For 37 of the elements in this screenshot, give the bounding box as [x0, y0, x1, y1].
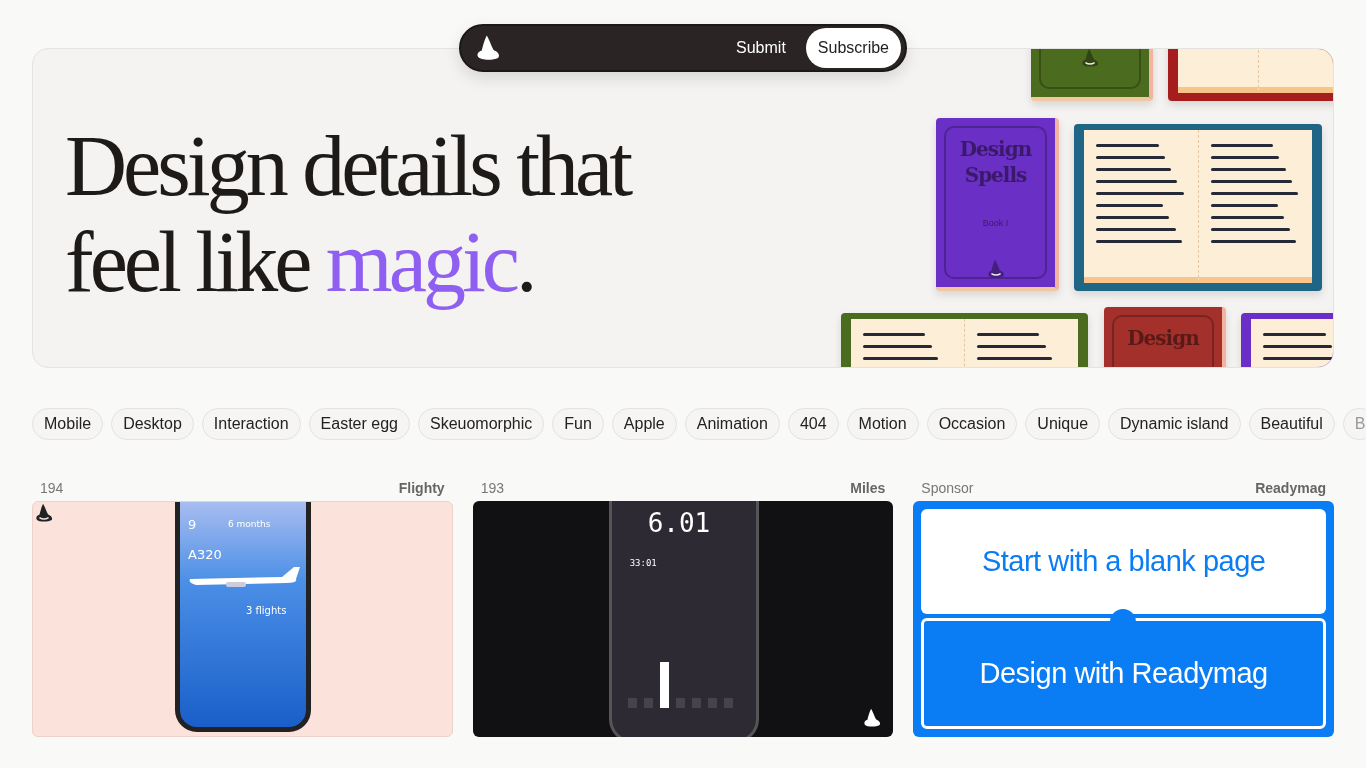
screen-text: 9 — [188, 517, 197, 532]
hat-icon — [33, 502, 55, 524]
hero-headline: Design details that feel like magic. — [65, 117, 630, 310]
screen-text: A320 — [188, 547, 222, 562]
card-label: 193 — [480, 480, 504, 496]
screen-text: 6 months — [228, 519, 271, 529]
tag-chip[interactable]: Fun — [552, 408, 604, 440]
tag-chip[interactable]: Skeuomorphic — [417, 408, 545, 440]
tag-chip[interactable]: Mobile — [32, 408, 104, 440]
tag-chip[interactable]: Dynamic island — [1108, 408, 1241, 440]
tag-chip[interactable]: Apple — [611, 408, 677, 440]
tag-chip[interactable]: Beautiful — [1248, 408, 1335, 440]
tag-chip[interactable]: Occasion — [926, 408, 1018, 440]
submit-button[interactable]: Submit — [724, 28, 798, 68]
card-source[interactable]: Readymag — [1255, 480, 1326, 496]
tag-chip[interactable]: Animation — [684, 408, 780, 440]
card-label: 194 — [40, 480, 64, 496]
subscribe-button[interactable]: Subscribe — [805, 28, 901, 68]
book-title: Design — [1126, 325, 1201, 351]
tag-chip[interactable]: Unique — [1025, 408, 1101, 440]
tag-chip[interactable]: Motion — [846, 408, 919, 440]
book-title: Design Spells — [958, 136, 1033, 188]
app-preview-card[interactable]: 9 6 months A320 3 flights — [32, 501, 453, 737]
tag-chip[interactable]: Easter egg — [308, 408, 410, 440]
tag-chip[interactable]: 404 — [787, 408, 839, 440]
screen-text: 3 flights — [246, 605, 287, 616]
card-label: Sponsor — [921, 480, 974, 496]
app-preview-card[interactable]: 6.01 33:01 — [472, 501, 894, 737]
sponsor-card[interactable]: Start with a blank page Design with Readymag — [913, 501, 1334, 737]
tag-chip[interactable]: Interaction — [201, 408, 301, 440]
distance-text: 6.01 — [647, 508, 711, 538]
card-source[interactable]: Miles — [850, 480, 886, 496]
readymag-panel[interactable]: Design with Readymag — [921, 618, 1326, 729]
tag-chip[interactable]: Desktop — [111, 408, 194, 440]
time-text: 33:01 — [629, 558, 657, 568]
card-source[interactable]: Flighty — [398, 480, 445, 496]
blank-page-panel[interactable]: Start with a blank page — [921, 509, 1326, 614]
